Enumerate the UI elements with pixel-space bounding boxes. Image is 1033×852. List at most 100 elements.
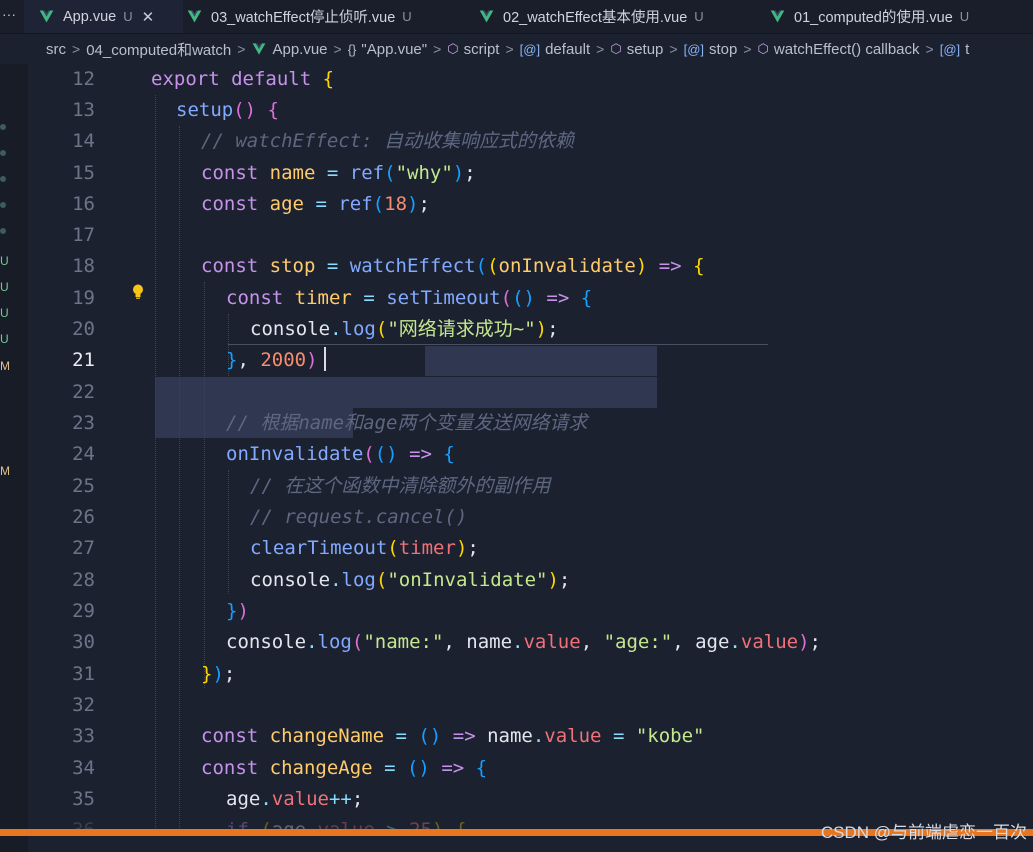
code-line: 16 const age = ref(18); bbox=[28, 189, 1033, 220]
git-change-dot bbox=[0, 228, 6, 234]
git-change-dot bbox=[0, 124, 6, 130]
untracked-badge: U bbox=[402, 9, 412, 24]
text-cursor bbox=[324, 347, 326, 371]
breadcrumb-item-callback[interactable]: ⬡ watchEffect() callback bbox=[758, 41, 920, 58]
code-line: 29 }) bbox=[28, 596, 1033, 627]
vue-icon bbox=[187, 10, 202, 23]
breadcrumb-item-default[interactable]: [@] default bbox=[520, 41, 590, 58]
chevron-right-icon: > bbox=[505, 41, 514, 57]
line-number: 18 bbox=[72, 255, 95, 277]
line-number: 14 bbox=[72, 130, 95, 152]
breadcrumb-item-script[interactable]: ⬡ script bbox=[447, 41, 499, 58]
breadcrumb-item-src[interactable]: src bbox=[46, 41, 66, 58]
code-line: 19 const timer = setTimeout(() => { bbox=[28, 283, 1033, 314]
line-number: 35 bbox=[72, 788, 95, 810]
git-change-dot bbox=[0, 176, 6, 182]
breadcrumb-item-folder[interactable]: 04_computed和watch bbox=[86, 39, 231, 60]
line-content: }) bbox=[226, 600, 249, 622]
chevron-right-icon: > bbox=[237, 41, 246, 57]
code-line: 24 onInvalidate(() => { bbox=[28, 439, 1033, 470]
chevron-right-icon: > bbox=[433, 41, 442, 57]
line-number: 15 bbox=[72, 162, 95, 184]
code-line: 17 bbox=[28, 220, 1033, 251]
close-icon[interactable]: ✕ bbox=[142, 8, 155, 26]
code-line: 23 // 根据name和age两个变量发送网络请求 bbox=[28, 408, 1033, 439]
tab-label: App.vue bbox=[63, 8, 117, 25]
line-content: console.log("网络请求成功~"); bbox=[250, 318, 559, 340]
line-number: 36 bbox=[72, 819, 95, 830]
line-content: if (age.value > 25) { bbox=[226, 819, 467, 830]
tab-app-vue[interactable]: App.vue U ✕ bbox=[24, 0, 183, 33]
line-content: age.value++; bbox=[226, 788, 364, 810]
tab-02-watcheffect[interactable]: 02_watchEffect基本使用.vue U bbox=[478, 0, 704, 33]
module-icon: ⬡ bbox=[447, 41, 459, 56]
chevron-right-icon: > bbox=[669, 41, 678, 57]
chevron-right-icon: > bbox=[333, 41, 342, 57]
tab-label: 01_computed的使用.vue bbox=[794, 10, 953, 26]
breadcrumb-item-setup[interactable]: ⬡ setup bbox=[610, 41, 663, 58]
code-line: 32 bbox=[28, 690, 1033, 721]
line-number: 32 bbox=[72, 694, 95, 716]
tab-label: 03_watchEffect停止侦听.vue bbox=[211, 10, 396, 26]
untracked-badge: U bbox=[123, 9, 133, 24]
line-number: 29 bbox=[72, 600, 95, 622]
untracked-badge: U bbox=[959, 9, 970, 24]
line-content: const changeAge = () => { bbox=[201, 757, 488, 779]
vue-icon bbox=[479, 10, 494, 23]
line-number: 20 bbox=[72, 318, 95, 340]
line-number: 21 bbox=[72, 349, 95, 371]
git-untracked-marker: U bbox=[0, 332, 9, 346]
code-editor[interactable]: 12 export default { 13 setup() { 14 // w… bbox=[28, 64, 1033, 830]
line-content: const age = ref(18); bbox=[201, 193, 430, 215]
line-content: console.log("name:", name.value, "age:",… bbox=[226, 631, 821, 653]
more-actions-icon[interactable]: ··· bbox=[2, 6, 16, 22]
code-line: 33 const changeName = () => name.value =… bbox=[28, 721, 1033, 752]
breadcrumb: src > 04_computed和watch > App.vue > {} "A… bbox=[0, 34, 1033, 64]
tab-01-computed[interactable]: 01_computed的使用.vue U bbox=[769, 0, 969, 33]
code-line: 20 console.log("网络请求成功~"); bbox=[28, 314, 1033, 345]
watermark: CSDN @与前端虐恋一百次 bbox=[820, 823, 1027, 842]
line-content: clearTimeout(timer); bbox=[250, 537, 479, 559]
method-icon: ⬡ bbox=[610, 41, 622, 56]
line-content: }); bbox=[201, 663, 236, 685]
line-number: 17 bbox=[72, 224, 95, 246]
code-line: 14 // watchEffect: 自动收集响应式的依赖 bbox=[28, 126, 1033, 157]
line-number: 25 bbox=[72, 475, 95, 497]
line-content: // watchEffect: 自动收集响应式的依赖 bbox=[201, 130, 575, 152]
explorer-git-status-strip: U U U U M M bbox=[0, 64, 28, 852]
git-untracked-marker: U bbox=[0, 280, 9, 294]
code-line: 18 const stop = watchEffect((onInvalidat… bbox=[28, 251, 1033, 282]
breadcrumb-item-timer[interactable]: [@] t bbox=[940, 41, 970, 58]
code-line: 35 age.value++; bbox=[28, 784, 1033, 815]
code-line: 31 }); bbox=[28, 659, 1033, 690]
line-number: 26 bbox=[72, 506, 95, 528]
git-change-dot bbox=[0, 150, 6, 156]
breadcrumb-item-module[interactable]: {} "App.vue" bbox=[348, 41, 427, 58]
line-number: 28 bbox=[72, 569, 95, 591]
line-number: 22 bbox=[72, 381, 95, 403]
line-content: const stop = watchEffect((onInvalidate) … bbox=[201, 255, 705, 277]
breadcrumb-item-stop[interactable]: [@] stop bbox=[684, 41, 738, 58]
code-line: 12 export default { bbox=[28, 64, 1033, 95]
breadcrumb-item-file[interactable]: App.vue bbox=[251, 41, 328, 58]
line-number: 30 bbox=[72, 631, 95, 653]
line-content: }, 2000) bbox=[226, 349, 318, 371]
code-line: 25 // 在这个函数中清除额外的副作用 bbox=[28, 471, 1033, 502]
line-number: 31 bbox=[72, 663, 95, 685]
git-change-dot bbox=[0, 202, 6, 208]
method-icon: ⬡ bbox=[757, 41, 769, 56]
line-content: // 在这个函数中清除额外的副作用 bbox=[250, 475, 551, 497]
code-line: 15 const name = ref("why"); bbox=[28, 158, 1033, 189]
vue-icon bbox=[253, 43, 266, 55]
code-line: 27 clearTimeout(timer); bbox=[28, 533, 1033, 564]
chevron-right-icon: > bbox=[925, 41, 934, 57]
line-content: console.log("onInvalidate"); bbox=[250, 569, 571, 591]
tab-03-watcheffect[interactable]: 03_watchEffect停止侦听.vue U bbox=[186, 0, 412, 33]
lightbulb-icon[interactable] bbox=[131, 283, 145, 301]
line-number: 33 bbox=[72, 725, 95, 747]
line-content: const timer = setTimeout(() => { bbox=[226, 287, 593, 309]
line-content: // request.cancel() bbox=[250, 506, 468, 528]
variable-icon: [@] bbox=[683, 41, 704, 57]
line-number: 27 bbox=[72, 537, 95, 559]
vue-icon bbox=[770, 10, 785, 23]
